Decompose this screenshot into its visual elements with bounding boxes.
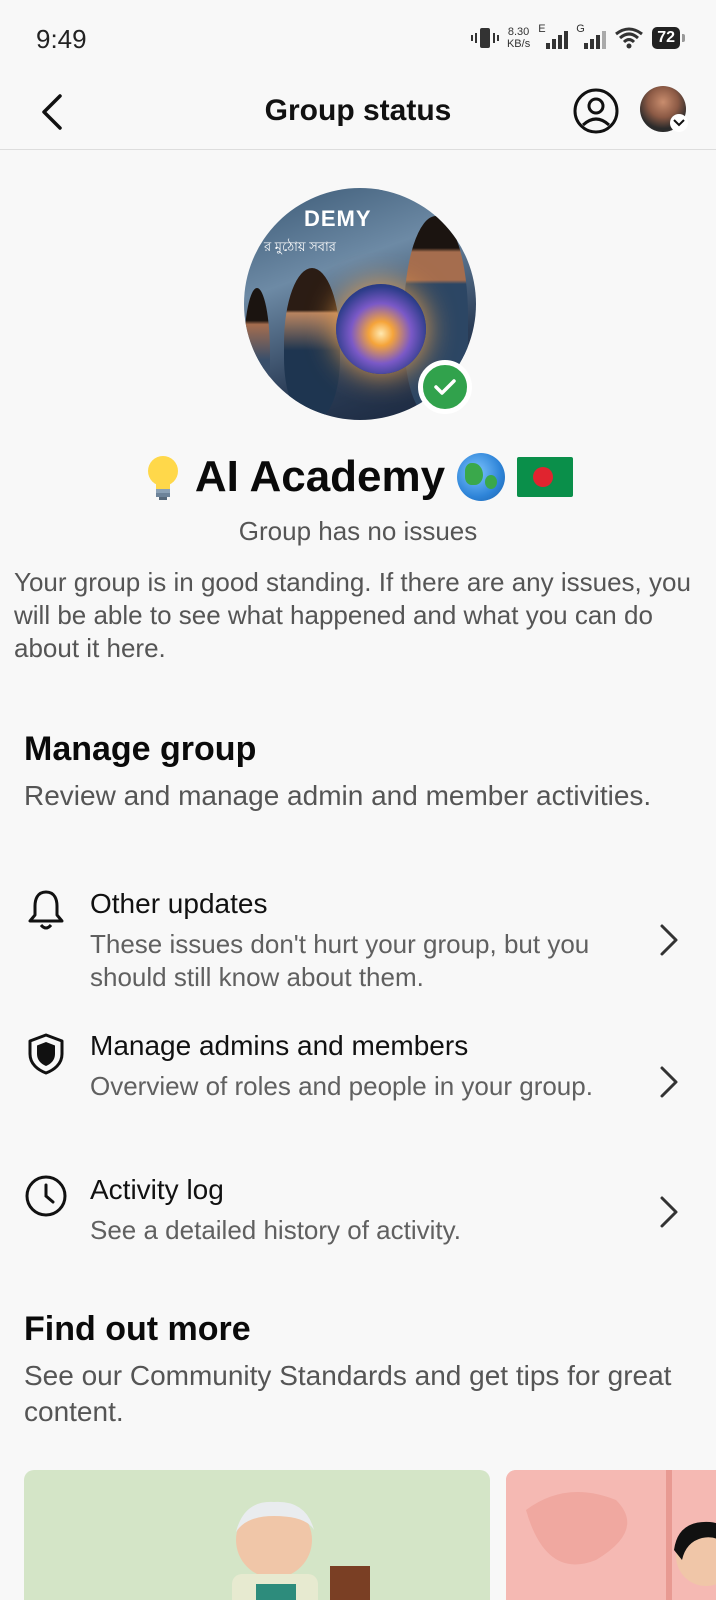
net-speed: 8.30 KB/s [506,26,531,50]
light-bulb-icon [143,453,183,501]
find-out-more-title: Find out more [24,1310,251,1348]
chevron-right-icon [654,920,684,960]
group-photo-text: DEMY [304,206,372,231]
profile-button[interactable] [572,87,620,135]
signal-icon-sim2: G [576,23,607,49]
row-title: Manage admins and members [90,1030,469,1061]
bell-icon [24,888,68,932]
row-subtitle: These issues don't hurt your group, but … [90,929,590,992]
group-status-text: Group has no issues [238,516,478,546]
row-subtitle: See a detailed history of activity. [90,1215,461,1245]
signal-icon-sim1: E [538,23,569,49]
battery-icon: 72 [652,27,685,49]
row-title: Other updates [90,888,268,919]
status-icons: 8.30 KB/s E G 72 [470,23,685,50]
check-icon [434,379,456,395]
row-manage-admins-members[interactable]: Manage admins and members Overview of ro… [0,1022,716,1142]
community-standards-card[interactable] [24,1470,490,1600]
group-name: AI Academy [194,452,446,501]
ai-orb-image [336,284,426,374]
vibrate-icon [470,28,499,48]
bangladesh-flag-icon [517,457,574,497]
user-circle-icon [573,88,619,134]
wifi-icon [615,27,644,49]
manage-group-title: Manage group [24,730,257,768]
chevron-down-icon[interactable] [670,114,688,132]
clock-icon [24,1174,68,1218]
status-bar: 9:49 8.30 KB/s E G 72 [0,0,716,80]
row-subtitle: Overview of roles and people in your gro… [90,1071,593,1101]
chevron-right-icon [654,1192,684,1232]
row-activity-log[interactable]: Activity log See a detailed history of a… [0,1166,716,1256]
row-other-updates[interactable]: Other updates These issues don't hurt yo… [0,880,716,1000]
group-status-description: Your group is in good standing. If there… [14,567,691,663]
status-time: 9:49 [36,24,87,54]
group-name-row: AI Academy [0,452,716,502]
group-photo-subtext: র মুঠোয় সবার [264,239,336,254]
manage-group-subtitle: Review and manage admin and member activ… [24,780,652,811]
illustration-elderly-man [232,1501,370,1600]
header: Group status [0,80,716,150]
illustration-person [506,1470,716,1600]
find-out-more-subtitle: See our Community Standards and get tips… [24,1360,672,1427]
shield-icon [24,1032,68,1076]
verified-badge [418,360,472,414]
globe-icon [457,453,506,501]
content-tips-card[interactable] [506,1470,716,1600]
chevron-right-icon [654,1062,684,1102]
row-title: Activity log [90,1174,224,1205]
